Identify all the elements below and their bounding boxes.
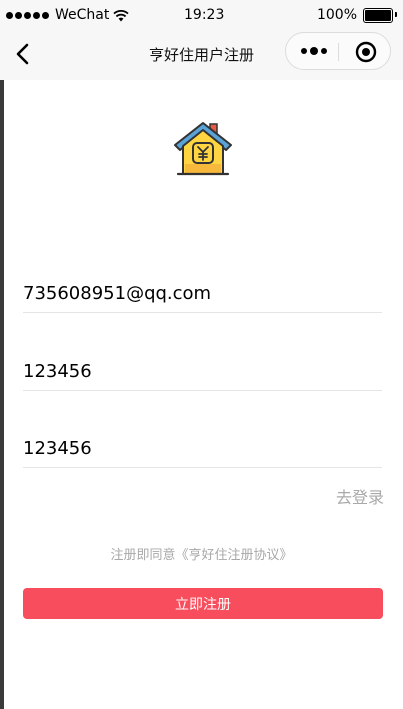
status-left: WeChat	[6, 7, 129, 23]
left-edge-strip	[0, 0, 4, 709]
password-input[interactable]	[23, 354, 382, 388]
close-miniprogram-button[interactable]	[354, 40, 378, 64]
battery-icon	[363, 7, 397, 23]
password-field	[23, 354, 382, 391]
target-circle-icon	[355, 41, 377, 63]
status-time: 19:23	[184, 7, 225, 23]
agreement-prefix: 注册即同意	[110, 548, 176, 563]
house-yen-icon	[172, 120, 234, 180]
agreement-link[interactable]: 《亨好住注册协议》	[176, 548, 293, 563]
confirm-password-field	[23, 431, 382, 468]
email-field	[23, 276, 382, 313]
battery-fill	[365, 9, 391, 21]
carrier-label: WeChat	[55, 7, 110, 23]
agreement-text: 注册即同意《亨好住注册协议》	[0, 544, 403, 563]
email-input[interactable]	[23, 276, 382, 310]
more-button[interactable]	[298, 43, 330, 59]
signal-icon	[6, 11, 51, 19]
navigation-bar: 亨好住用户注册	[0, 30, 403, 80]
mini-program-capsule	[285, 32, 391, 70]
register-button[interactable]: 立即注册	[23, 588, 383, 619]
confirm-password-input[interactable]	[23, 431, 382, 465]
battery-percentage: 100%	[316, 7, 357, 23]
wifi-icon	[113, 9, 129, 21]
status-bar: WeChat 19:23 100%	[0, 0, 403, 30]
go-login-link[interactable]: 去登录	[336, 484, 384, 508]
status-right: 100%	[316, 7, 397, 23]
capsule-divider	[338, 43, 339, 61]
more-dots-icon	[301, 47, 327, 55]
